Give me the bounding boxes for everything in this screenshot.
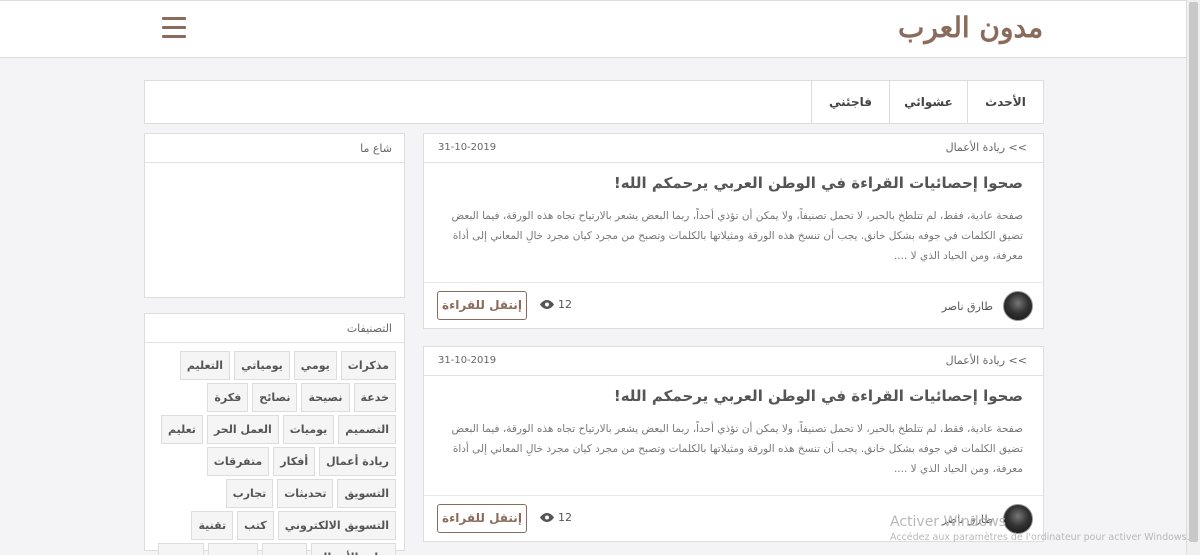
- post-author[interactable]: طارق ناصر: [942, 290, 1033, 322]
- post-card-footer: طارق ناصر 12 إنتقل للقراءة: [424, 495, 1043, 541]
- post-filter-tabs: الأحدث عشوائي فاجئني: [144, 80, 1044, 124]
- post-card: >> ريادة الأعمال 31-10-2019 صحوا إحصائيا…: [423, 346, 1044, 542]
- category-tag[interactable]: خدعة: [353, 383, 396, 412]
- avatar[interactable]: [1003, 291, 1033, 321]
- post-card: >> ريادة الأعمال 31-10-2019 صحوا إحصائيا…: [423, 133, 1044, 329]
- scrollbar-thumb[interactable]: [1189, 2, 1198, 542]
- category-tag[interactable]: تحديثات: [277, 479, 334, 508]
- author-name[interactable]: طارق ناصر: [942, 513, 993, 526]
- read-more-button[interactable]: إنتقل للقراءة: [437, 504, 527, 533]
- post-title[interactable]: صحوا إحصائيات القراءة في الوطن العربي ير…: [614, 387, 1023, 405]
- category-tag[interactable]: برمجة: [157, 543, 205, 555]
- eye-icon: [540, 300, 554, 309]
- post-excerpt: صفحة عادية، فقط، لم تتلطخ بالحبر، لا تحم…: [451, 423, 1023, 475]
- category-tag[interactable]: تدوين: [261, 543, 307, 555]
- category-tag[interactable]: متفرقات: [206, 447, 270, 476]
- view-count: 12: [540, 298, 572, 311]
- category-tag[interactable]: التسويق الالكتروني: [277, 511, 396, 540]
- category-tag[interactable]: يومي: [293, 351, 337, 380]
- post-card-footer: طارق ناصر 12 إنتقل للقراءة: [424, 282, 1043, 328]
- category-tag[interactable]: العمل الحر: [206, 415, 279, 444]
- view-count-value: 12: [558, 298, 572, 311]
- category-tag[interactable]: نصيحة: [301, 383, 350, 412]
- top-header: مدون العرب: [0, 0, 1186, 58]
- category-tag[interactable]: التعليم: [179, 351, 231, 380]
- author-name[interactable]: طارق ناصر: [942, 300, 993, 313]
- post-title[interactable]: صحوا إحصائيات القراءة في الوطن العربي ير…: [614, 174, 1023, 192]
- category-tag[interactable]: مذكرات: [340, 351, 396, 380]
- category-tag[interactable]: تجارب: [225, 479, 274, 508]
- category-tag[interactable]: تصميم: [208, 543, 258, 555]
- category-tag[interactable]: ريادة الأعمال: [310, 543, 396, 555]
- category-tag[interactable]: كتب: [237, 511, 274, 540]
- category-tag[interactable]: نصائح: [252, 383, 298, 412]
- page-scrollbar[interactable]: [1186, 0, 1200, 555]
- post-author[interactable]: طارق ناصر: [942, 503, 1033, 535]
- view-count: 12: [540, 511, 572, 524]
- category-tag[interactable]: التصميم: [338, 415, 396, 444]
- category-tag[interactable]: تقنية: [191, 511, 234, 540]
- post-card-header: >> ريادة الأعمال 31-10-2019: [424, 347, 1043, 376]
- category-tag[interactable]: ريادة أعمال: [319, 447, 396, 476]
- category-tag-list: مذكرات يومي يومياتي التعليم خدعة نصيحة نصائح فك…: [156, 351, 396, 555]
- avatar[interactable]: [1003, 504, 1033, 534]
- category-tag[interactable]: يومياتي: [234, 351, 290, 380]
- popular-posts-widget: شاع ما: [144, 133, 405, 298]
- categories-widget: التصنيفات مذكرات يومي يومياتي التعليم خدعة نص…: [144, 313, 405, 555]
- tab-random[interactable]: عشوائي: [889, 81, 967, 123]
- hamburger-menu-icon[interactable]: [162, 17, 186, 39]
- category-tag[interactable]: التسويق: [337, 479, 396, 508]
- category-tag[interactable]: فكرة: [207, 383, 249, 412]
- tab-latest[interactable]: الأحدث: [967, 81, 1043, 123]
- tab-surprise-me[interactable]: فاجئني: [811, 81, 889, 123]
- category-tag[interactable]: أفكار: [273, 447, 316, 476]
- post-date: 31-10-2019: [438, 355, 497, 366]
- post-category-link[interactable]: >> ريادة الأعمال: [946, 141, 1027, 154]
- eye-icon: [540, 513, 554, 522]
- category-tag[interactable]: تعليم: [160, 415, 203, 444]
- view-count-value: 12: [558, 511, 572, 524]
- site-logo[interactable]: مدون العرب: [898, 11, 1044, 44]
- post-date: 31-10-2019: [438, 142, 497, 153]
- post-card-header: >> ريادة الأعمال 31-10-2019: [424, 134, 1043, 163]
- read-more-button[interactable]: إنتقل للقراءة: [437, 291, 527, 320]
- widget-title: شاع ما: [145, 134, 404, 163]
- category-tag[interactable]: يوميات: [282, 415, 335, 444]
- widget-title: التصنيفات: [145, 314, 404, 343]
- post-category-link[interactable]: >> ريادة الأعمال: [946, 354, 1027, 367]
- post-excerpt: صفحة عادية، فقط، لم تتلطخ بالحبر، لا تحم…: [451, 210, 1023, 262]
